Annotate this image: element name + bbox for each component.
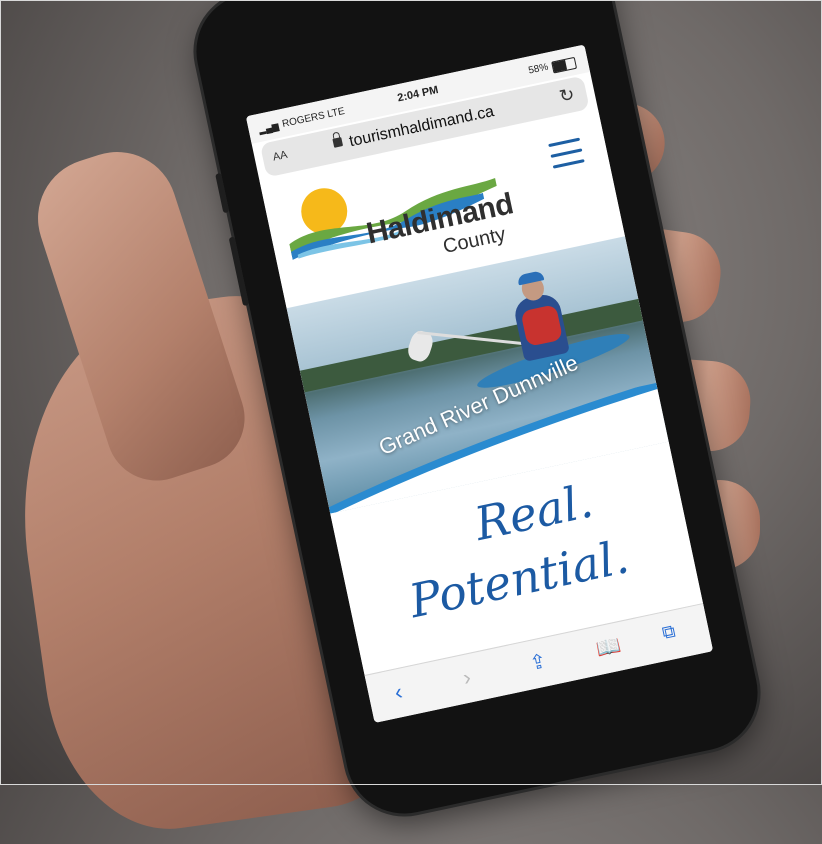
tabs-icon[interactable]: ⧉	[660, 621, 677, 644]
back-icon[interactable]: ‹	[392, 679, 405, 706]
menu-icon[interactable]	[548, 137, 585, 170]
share-icon[interactable]: ⇪	[527, 648, 549, 676]
slogan-line-2: Potential.	[404, 529, 634, 629]
volume-up-button	[215, 172, 230, 214]
forward-icon[interactable]: ›	[461, 664, 474, 691]
reload-icon[interactable]: ↻	[557, 84, 576, 108]
bookmarks-icon[interactable]: 📖	[594, 632, 624, 662]
lock-icon	[332, 137, 344, 148]
text-size-button[interactable]: AA	[272, 149, 289, 164]
